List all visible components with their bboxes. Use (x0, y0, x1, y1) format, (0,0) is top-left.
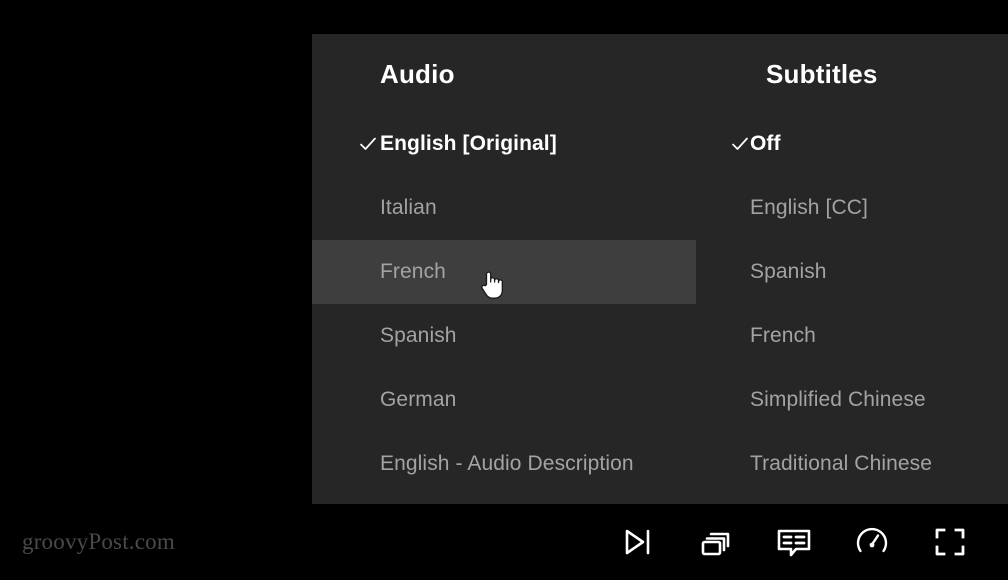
audio-option-english-original[interactable]: English [Original] (312, 112, 696, 176)
subtitles-option-off[interactable]: Off (696, 112, 1008, 176)
subtitles-option-spanish[interactable]: Spanish (696, 240, 1008, 304)
playback-speed-button[interactable] (844, 516, 900, 568)
option-label: French (380, 260, 446, 283)
option-label: English [CC] (750, 196, 868, 219)
option-label: French (750, 324, 816, 347)
option-label: Italian (380, 196, 437, 219)
audio-option-english-audio-description[interactable]: English - Audio Description (312, 432, 696, 496)
audio-subtitles-button[interactable] (766, 516, 822, 568)
option-label: English [Original] (380, 132, 557, 155)
episodes-button[interactable] (688, 516, 744, 568)
fullscreen-button[interactable] (922, 516, 978, 568)
audio-option-spanish[interactable]: Spanish (312, 304, 696, 368)
subtitles-option-traditional-chinese[interactable]: Traditional Chinese (696, 432, 1008, 496)
option-label: Spanish (380, 324, 457, 347)
audio-option-german[interactable]: German (312, 368, 696, 432)
option-label: Off (750, 132, 781, 155)
audio-option-list: English [Original] Italian French Spanis… (312, 112, 696, 496)
option-label: Spanish (750, 260, 827, 283)
option-label: Simplified Chinese (750, 388, 926, 411)
option-label: English - Audio Description (380, 452, 634, 475)
check-icon (726, 134, 754, 154)
fullscreen-icon (933, 525, 967, 559)
subtitles-column: Subtitles Off English [CC] Spanish Frenc… (696, 34, 1008, 504)
audio-subtitles-panel: Audio English [Original] Italian French (312, 34, 1008, 504)
subtitles-option-list: Off English [CC] Spanish French Simplifi… (696, 112, 1008, 496)
subtitles-option-french[interactable]: French (696, 304, 1008, 368)
audio-option-french[interactable]: French (312, 240, 696, 304)
option-label: German (380, 388, 457, 411)
option-label: Traditional Chinese (750, 452, 933, 475)
player-control-bar (0, 504, 1008, 580)
subtitles-option-english-cc[interactable]: English [CC] (696, 176, 1008, 240)
audio-option-italian[interactable]: Italian (312, 176, 696, 240)
episodes-icon (699, 525, 733, 559)
subtitles-option-simplified-chinese[interactable]: Simplified Chinese (696, 368, 1008, 432)
audio-column-title: Audio (380, 59, 455, 89)
check-icon (354, 134, 382, 154)
audio-subtitles-icon (776, 525, 812, 559)
audio-column: Audio English [Original] Italian French (312, 34, 696, 504)
subtitles-column-title: Subtitles (766, 59, 878, 89)
next-episode-button[interactable] (610, 516, 666, 568)
next-episode-icon (621, 525, 655, 559)
playback-speed-icon (855, 525, 889, 559)
